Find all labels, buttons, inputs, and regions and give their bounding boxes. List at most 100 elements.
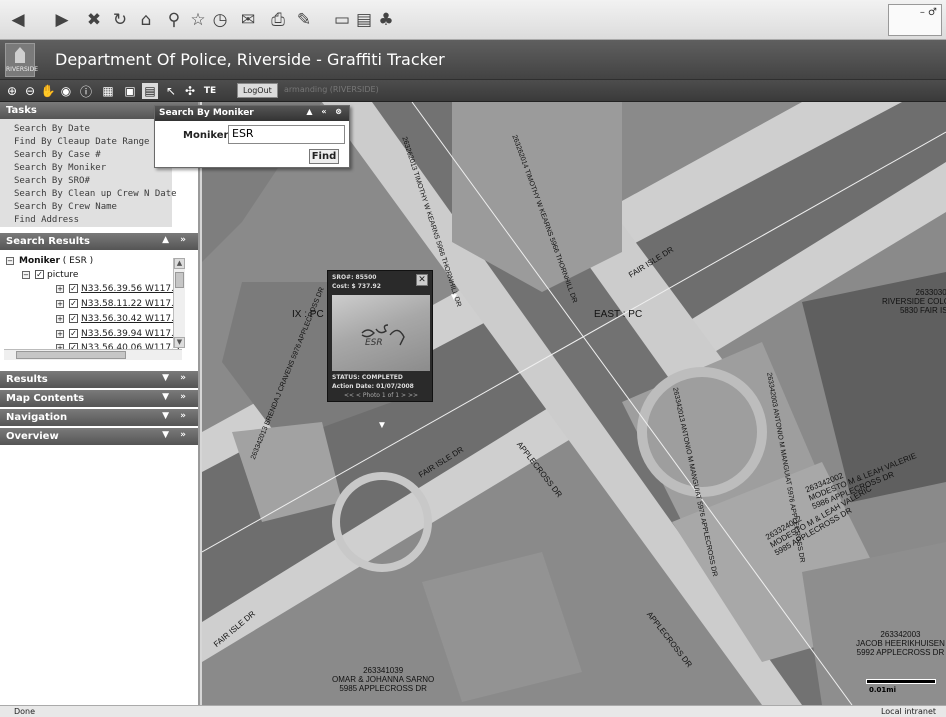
logout-button[interactable]: LogOut [237,83,278,98]
parcel-id: 263342003 [880,630,921,639]
parcel-owner: JACOB HEERIKHUISEN [856,639,945,648]
scroll-thumb[interactable] [16,351,126,359]
picture-checkbox[interactable]: ✓ [35,270,44,279]
coordinate-link[interactable]: N33.56.30.42 W117.3 [81,314,180,324]
tree-picture-node: − ✓ picture [22,270,78,280]
scroll-up-icon[interactable]: ▲ [174,258,185,269]
messenger-icon[interactable]: ♣ [374,8,398,32]
snap-icon[interactable]: ✣ [182,83,198,99]
security-zone: Local intranet [880,707,936,716]
collapse-tree-icon[interactable]: − [6,256,14,265]
full-extent-icon[interactable]: ◉ [58,83,74,99]
close-icon[interactable]: ✕ [416,274,428,286]
map-toolbar: ⊕ ⊖ ✋ ◉ ⓘ ▦ ▣ ▤ ↖ ✣ TE LogOut armanding … [0,80,946,102]
collapse-tree-icon[interactable]: − [22,270,30,279]
vertical-scrollbar[interactable]: ▲ ▼ [173,258,185,348]
expand-icon[interactable]: ▼ » [162,411,190,421]
window-controls[interactable]: – ♂ [888,4,942,36]
report-icon[interactable]: ▤ [142,83,158,99]
row-checkbox[interactable]: ✓ [69,284,78,293]
app-title: Department Of Police, Riverside - Graffi… [55,50,445,69]
expand-icon[interactable]: ▼ » [162,373,190,383]
coordinate-link[interactable]: N33.58.11.22 W117.2 [81,299,180,309]
navigation-header[interactable]: Navigation ▼ » [0,409,198,426]
pan-icon[interactable]: ✋ [40,83,56,99]
home-icon[interactable]: ⌂ [134,8,158,32]
tree-row[interactable]: + ✓ N33.56.30.42 W117.3 [56,314,180,324]
tree-row[interactable]: + ✓ N33.56.39.56 W117.3 [56,284,180,294]
search-results-tree: − Moniker ( ESR ) − ✓ picture + ✓ N33.56.39.5… [0,252,198,364]
expand-icon[interactable]: ▼ » [162,392,190,402]
row-checkbox[interactable]: ✓ [69,329,78,338]
moniker-input[interactable]: ESR [228,125,345,144]
graffiti-text: ESR [365,338,383,348]
graffiti-marker-icon[interactable]: ▼ [449,292,459,303]
overview-header[interactable]: Overview ▼ » [0,428,198,445]
task-find-address[interactable]: Find Address [14,214,172,227]
edit-icon[interactable]: ✎ [292,8,316,32]
research-icon[interactable]: ▤ [352,8,376,32]
cleanup-status: STATUS: COMPLETED [332,374,403,381]
expand-tree-icon[interactable]: + [56,329,64,338]
coordinate-link[interactable]: N33.56.39.94 W117.3 [81,329,180,339]
task-search-by-cleanup-crew-date[interactable]: Search By Clean up Crew N Date [14,188,177,201]
map-contents-title: Map Contents [6,393,85,404]
expand-tree-icon[interactable]: + [56,284,64,293]
map-view[interactable]: EAST : PC IX : PC FAIR ISLE DR FAIR ISLE… [202,102,946,705]
parcel-address: 5830 FAIR ISLE DR [899,306,946,315]
results-header[interactable]: Results ▼ » [0,371,198,388]
expand-tree-icon[interactable]: + [56,314,64,323]
parcel-label: 263341039 OMAR & JOHANNA SARNO 5985 APPL… [332,666,434,693]
task-find-by-cleanup-date-range[interactable]: Find By Cleaup Date Range [14,136,172,149]
row-checkbox[interactable]: ✓ [69,314,78,323]
map-label-east-pc: EAST : PC [594,309,643,320]
task-search-by-sro[interactable]: Search By SRO# [14,175,172,188]
logo-text: RIVERSIDE [6,66,38,73]
row-checkbox[interactable]: ✓ [69,299,78,308]
search-results-header[interactable]: Search Results ▲ » [0,233,198,250]
dialog-controls-icon[interactable]: ▲ « ⊗ [306,107,345,116]
select-icon[interactable]: ↖ [163,83,179,99]
graffiti-marker-icon[interactable]: ▼ [377,420,387,431]
browser-toolbar: ◀ ▶ ✖ ↻ ⌂ ⚲ ☆ ◷ ✉ ⎙ ✎ ▭ ▤ ♣ – ♂ [0,0,946,40]
refresh-icon[interactable]: ↻ [108,8,132,32]
collapse-icon[interactable]: ▲ » [162,235,190,245]
horizontal-scrollbar[interactable] [4,349,182,360]
find-button[interactable]: Find [309,149,339,164]
print-map-icon[interactable]: ▣ [122,83,138,99]
tree-root-value: ( ESR ) [62,256,94,266]
zoom-in-icon[interactable]: ⊕ [4,83,20,99]
task-search-by-case[interactable]: Search By Case # [14,149,172,162]
logged-in-user: armanding (RIVERSIDE) [284,85,379,94]
tree-row[interactable]: + ✓ N33.58.11.22 W117.2 [56,299,180,309]
stop-icon[interactable]: ✖ [82,8,106,32]
discuss-icon[interactable]: ▭ [330,8,354,32]
dialog-title-bar[interactable]: Search By Moniker ▲ « ⊗ [155,106,349,121]
graffiti-photo: ESR [332,295,430,371]
expand-tree-icon[interactable]: + [56,299,64,308]
print-icon[interactable]: ⎙ [266,8,290,32]
tree-row[interactable]: + ✓ N33.56.39.94 W117.3 [56,329,180,339]
riverside-logo: RIVERSIDE [5,43,38,77]
task-search-by-crew-name[interactable]: Search By Crew Name [14,201,172,214]
scroll-down-icon[interactable]: ▼ [174,337,185,348]
favorites-icon[interactable]: ☆ [186,8,210,32]
task-search-by-moniker[interactable]: Search By Moniker [14,162,172,175]
parcel-id: 263341039 [363,666,404,675]
coordinate-link[interactable]: N33.56.39.56 W117.3 [81,284,180,294]
mail-icon[interactable]: ✉ [236,8,260,32]
tree-root-label: Moniker [19,256,60,266]
search-icon[interactable]: ⚲ [162,8,186,32]
photo-pager[interactable]: << < Photo 1 of 1 > >> [332,392,430,399]
history-icon[interactable]: ◷ [208,8,232,32]
task-search-by-date[interactable]: Search By Date [14,123,172,136]
map-contents-header[interactable]: Map Contents ▼ » [0,390,198,407]
scroll-thumb[interactable] [175,272,184,288]
zoom-out-icon[interactable]: ⊖ [22,83,38,99]
text-icon[interactable]: TE [202,83,218,99]
back-icon[interactable]: ◀ [6,8,30,32]
measure-icon[interactable]: ▦ [100,83,116,99]
identify-icon[interactable]: ⓘ [78,83,94,99]
expand-icon[interactable]: ▼ » [162,430,190,440]
forward-icon[interactable]: ▶ [50,8,74,32]
